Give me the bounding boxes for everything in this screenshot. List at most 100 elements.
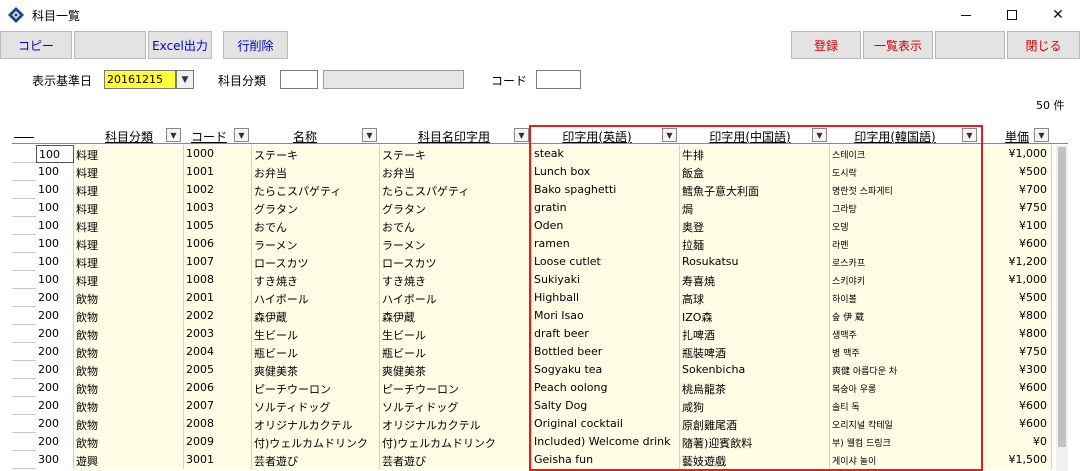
cell-code[interactable]: 2009	[184, 433, 252, 451]
code-input[interactable]	[536, 70, 581, 89]
table-row[interactable]: 100 料理 1003 グラタン グラタン gratin 焗 그라탕 ¥750	[12, 199, 1052, 217]
cell-chinese[interactable]: 桃烏龍茶	[680, 379, 830, 397]
cell-code[interactable]: 1007	[184, 253, 252, 271]
cell-print-name[interactable]: オリジナルカクテル	[380, 415, 532, 433]
cell-category-name[interactable]: 料理	[74, 181, 184, 199]
cell-category-name[interactable]: 料理	[74, 145, 184, 163]
cell-chinese[interactable]: Sokenbicha	[680, 361, 830, 379]
cell-code[interactable]: 2001	[184, 289, 252, 307]
cell-english[interactable]: ramen	[532, 235, 680, 253]
cell-english[interactable]: Highball	[532, 289, 680, 307]
cell-price[interactable]: ¥300	[982, 361, 1052, 379]
header-code-dropdown[interactable]: ▼	[234, 128, 249, 142]
cell-name[interactable]: おでん	[252, 217, 380, 235]
cell-category-code[interactable]: 200	[36, 379, 74, 397]
cell-korean[interactable]: 부) 웰컴 드링크	[830, 433, 982, 451]
table-row[interactable]: 100 料理 1007 ロースカツ ロースカツ Loose cutlet Rosukatsu…	[12, 253, 1052, 271]
cell-price[interactable]: ¥0	[982, 433, 1052, 451]
cell-english[interactable]: Original cocktail	[532, 415, 680, 433]
table-row[interactable]: 200 飲物 2004 瓶ビール 瓶ビール Bottled beer 瓶裝啤酒 병 맥주 ¥75…	[12, 343, 1052, 361]
table-row[interactable]: 200 飲物 2009 付)ウェルカムドリンク 付)ウェルカムドリンク Included)…	[12, 433, 1052, 451]
cell-print-name[interactable]: 生ビール	[380, 325, 532, 343]
cell-code[interactable]: 3001	[184, 451, 252, 469]
cell-category-name[interactable]: 飲物	[74, 289, 184, 307]
cell-price[interactable]: ¥700	[982, 181, 1052, 199]
cell-korean[interactable]: 라멘	[830, 235, 982, 253]
cell-code[interactable]: 1000	[184, 145, 252, 163]
register-button[interactable]: 登録	[791, 31, 861, 59]
cell-name[interactable]: 爽健美茶	[252, 361, 380, 379]
copy-button[interactable]: コピー	[0, 31, 72, 59]
cell-category-code[interactable]: 200	[36, 415, 74, 433]
cell-chinese[interactable]: 寿喜焼	[680, 271, 830, 289]
cell-english[interactable]: Included) Welcome drink	[532, 433, 680, 451]
cell-category-name[interactable]: 料理	[74, 271, 184, 289]
cell-chinese[interactable]: 拉麺	[680, 235, 830, 253]
cell-code[interactable]: 2002	[184, 307, 252, 325]
cell-english[interactable]: gratin	[532, 199, 680, 217]
header-chinese-dropdown[interactable]: ▼	[812, 128, 827, 142]
cell-price[interactable]: ¥600	[982, 235, 1052, 253]
cell-english[interactable]: Mori Isao	[532, 307, 680, 325]
header-english[interactable]: 印字用(英語)	[532, 127, 662, 144]
cell-price[interactable]: ¥100	[982, 217, 1052, 235]
cell-name[interactable]: 付)ウェルカムドリンク	[252, 433, 380, 451]
table-row[interactable]: 200 飲物 2006 ピーチウーロン ピーチウーロン Peach oolong 桃烏龍茶 복…	[12, 379, 1052, 397]
cell-category-code[interactable]: 100	[36, 217, 74, 235]
scrollbar-thumb[interactable]	[1058, 147, 1066, 447]
cell-category-code[interactable]: 200	[36, 361, 74, 379]
cell-english[interactable]: Bottled beer	[532, 343, 680, 361]
cell-category-name[interactable]: 飲物	[74, 361, 184, 379]
cell-category-name[interactable]: 飲物	[74, 433, 184, 451]
cell-korean[interactable]: 스키야키	[830, 271, 982, 289]
close-button[interactable]: 閉じる	[1007, 31, 1080, 59]
header-category-dropdown[interactable]: ▼	[166, 128, 181, 142]
cell-category-code[interactable]: 200	[36, 433, 74, 451]
cell-print-name[interactable]: 爽健美茶	[380, 361, 532, 379]
table-row[interactable]: 200 飲物 2002 森伊蔵 森伊蔵 Mori Isao IZO森 숲 伊 蔵 ¥800	[12, 307, 1052, 325]
cell-chinese[interactable]: 牛排	[680, 145, 830, 163]
cell-korean[interactable]: 스테이크	[830, 145, 982, 163]
date-input[interactable]: 20161215	[104, 70, 176, 89]
cell-print-name[interactable]: おでん	[380, 217, 532, 235]
cell-chinese[interactable]: 高球	[680, 289, 830, 307]
cell-print-name[interactable]: すき焼き	[380, 271, 532, 289]
cell-category-name[interactable]: 飲物	[74, 397, 184, 415]
table-row[interactable]: 200 飲物 2005 爽健美茶 爽健美茶 Sogyaku tea Sokenbicha 爽健…	[12, 361, 1052, 379]
cell-korean[interactable]: 복숭아 우롱	[830, 379, 982, 397]
cell-code[interactable]: 2006	[184, 379, 252, 397]
cell-english[interactable]: Geisha fun	[532, 451, 680, 469]
cell-korean[interactable]: 생맥주	[830, 325, 982, 343]
cell-print-name[interactable]: お弁当	[380, 163, 532, 181]
cell-category-code[interactable]: 100	[36, 181, 74, 199]
cell-english[interactable]: Oden	[532, 217, 680, 235]
cell-code[interactable]: 1008	[184, 271, 252, 289]
cell-print-name[interactable]: 芸者遊び	[380, 451, 532, 469]
cell-english[interactable]: steak	[532, 145, 680, 163]
cell-english[interactable]: Lunch box	[532, 163, 680, 181]
cell-category-code[interactable]: 300	[36, 451, 74, 469]
vertical-scrollbar[interactable]	[1056, 145, 1068, 471]
header-name-dropdown[interactable]: ▼	[362, 128, 377, 142]
cell-chinese[interactable]: Rosukatsu	[680, 253, 830, 271]
cell-price[interactable]: ¥1,500	[982, 451, 1052, 469]
cell-name[interactable]: 生ビール	[252, 325, 380, 343]
cell-print-name[interactable]: ロースカツ	[380, 253, 532, 271]
cell-name[interactable]: 森伊蔵	[252, 307, 380, 325]
header-price-dropdown[interactable]: ▼	[1034, 128, 1049, 142]
cell-chinese[interactable]: 扎啤酒	[680, 325, 830, 343]
cell-category-name[interactable]: 料理	[74, 235, 184, 253]
cell-category-name[interactable]: 飲物	[74, 343, 184, 361]
cell-category-code[interactable]: 200	[36, 307, 74, 325]
cell-english[interactable]: Loose cutlet	[532, 253, 680, 271]
cell-price[interactable]: ¥750	[982, 343, 1052, 361]
cell-print-name[interactable]: ラーメン	[380, 235, 532, 253]
cell-name[interactable]: たらこスパゲティ	[252, 181, 380, 199]
cell-chinese[interactable]: IZO森	[680, 307, 830, 325]
cell-price[interactable]: ¥500	[982, 289, 1052, 307]
cell-print-name[interactable]: ハイボール	[380, 289, 532, 307]
cell-price[interactable]: ¥1,000	[982, 145, 1052, 163]
cell-code[interactable]: 2005	[184, 361, 252, 379]
cell-korean[interactable]: 오리지널 칵테일	[830, 415, 982, 433]
header-chinese[interactable]: 印字用(中国語)	[680, 127, 820, 144]
